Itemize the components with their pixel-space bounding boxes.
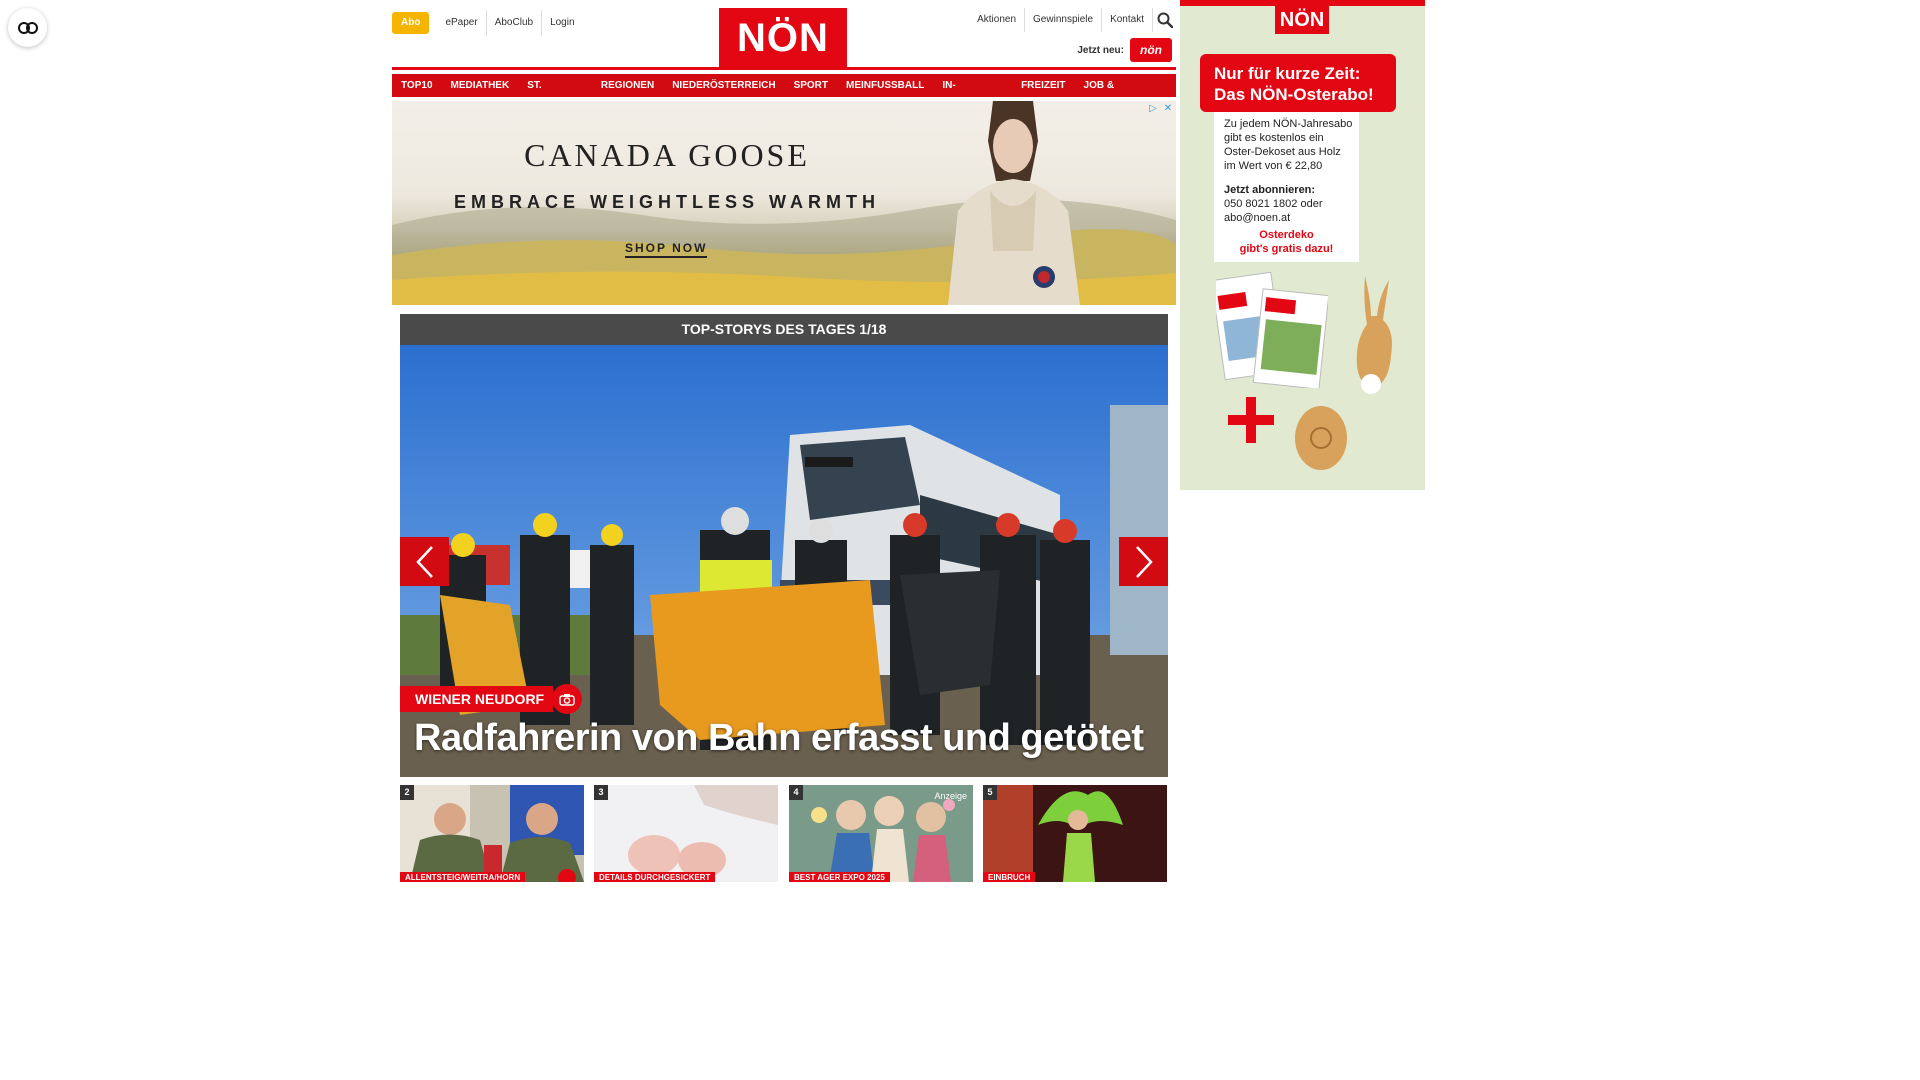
side-ad-promo-line1: Osterdeko [1259,229,1314,241]
side-ad-cta-label: Jetzt abonnieren: [1224,184,1316,196]
story-thumb-5[interactable]: 5 EINBRUCH [983,785,1167,882]
nav-item-sport[interactable]: SPORT [784,74,838,97]
side-ad-email[interactable]: abo@noen.at [1224,211,1354,225]
sponsored-label: Anzeige [934,791,967,801]
egg-decoration-image [1295,406,1347,470]
gallery-button[interactable] [552,684,582,714]
ad-choices-icon[interactable]: ▷ [1147,102,1159,114]
side-ad-promo: Osterdeko gibt's gratis dazu! [1214,228,1359,256]
nav-item-mediathek[interactable]: MEDIATHEK [441,74,519,97]
side-ad-headline-line2: Das NÖN-Osterabo! [1214,85,1374,104]
hero-location-tag[interactable]: WIENER NEUDORF [400,686,554,712]
epaper-link[interactable]: ePaper [437,10,485,36]
site-header: Abo ePaper AboClub Login NÖN Aktionen Ge… [392,0,1176,70]
search-button[interactable] [1152,8,1176,32]
aktionen-link[interactable]: Aktionen [969,8,1024,32]
kontakt-link[interactable]: Kontakt [1101,8,1152,32]
thumb-tag: ALLENTSTEIG/WEITRA/HORN [400,872,526,882]
side-ad-logo: NÖN [1275,6,1329,34]
thumb-image-soldiers [400,785,584,882]
nav-item-in-ausland[interactable]: IN-AUSLAND [933,74,1013,114]
top-stories-heading: TOP-STORYS DES TAGES 1/18 [400,314,1168,345]
side-ad-card: Zu jedem NÖN-Jahresabo gibt es kostenlos… [1214,112,1359,262]
ad-tagline: EMBRACE WEIGHTLESS WARMTH [454,192,880,212]
thumb-number: 2 [400,785,414,800]
hero-story[interactable]: WIENER NEUDORF Radfahrerin von Bahn erfa… [400,345,1168,777]
thumb-image-baby-feet [594,785,778,882]
new-product-logo[interactable]: nön [1130,38,1172,62]
page: Abo ePaper AboClub Login NÖN Aktionen Ge… [0,0,1568,882]
chevron-left-icon [415,545,433,578]
logo-text: NÖN [737,16,829,60]
nav-item-meinfussball[interactable]: MEINFUSSBALL [837,74,934,97]
chevron-right-icon [1135,545,1153,578]
ad-banner[interactable]: CANADA GOOSE EMBRACE WEIGHTLESS WARMTH S… [392,101,1176,305]
reader-mode-button[interactable] [8,8,47,47]
story-thumbnails: 2 ALLENTSTEIG/WEITRA/HORN 3 DETAILS DURC… [400,785,1168,882]
camera-icon [558,869,576,882]
story-thumb-2[interactable]: 2 ALLENTSTEIG/WEITRA/HORN [400,785,584,882]
thumb-number: 3 [594,785,608,800]
aboclub-link[interactable]: AboClub [485,10,541,36]
prev-slide-button[interactable] [400,537,449,586]
thumb-number: 4 [789,785,803,800]
side-ad-text: Zu jedem NÖN-Jahresabo gibt es kostenlos… [1224,117,1354,225]
side-ad-phone: 050 8021 1802 oder [1224,198,1323,210]
nav-item-top10[interactable]: TOP10 [392,74,442,97]
top-links: Abo ePaper AboClub Login [392,10,583,36]
jetzt-neu: Jetzt neu: nön [1077,38,1172,62]
nav-item-job-karriere[interactable]: JOB & KARRIERE [1074,74,1176,114]
ad-choices[interactable]: ▷ ✕ [1147,102,1174,114]
reader-mode-icon [17,21,38,34]
search-icon [1157,12,1173,28]
story-thumb-4[interactable]: 4 Anzeige BEST AGER EXPO 2025 [789,785,973,882]
close-icon[interactable]: ✕ [1162,102,1174,114]
hero-headline[interactable]: Radfahrerin von Bahn erfasst und getötet [414,717,1144,760]
thumb-tag: DETAILS DURCHGESICKERT [594,872,716,882]
header-divider [392,67,1176,70]
thumb-tag: EINBRUCH [983,872,1036,882]
ad-brand: CANADA GOOSE [524,137,810,173]
magazine-image [1216,271,1328,388]
side-ad-headline: Nur für kurze Zeit: Das NÖN-Osterabo! [1200,54,1396,112]
side-ad-promo-line2: gibt's gratis dazu! [1239,243,1334,255]
thumb-image-performer [983,785,1167,882]
thumb-tag: BEST AGER EXPO 2025 [789,872,890,882]
nav-item-freizeit[interactable]: FREIZEIT [1012,74,1075,97]
site-logo[interactable]: NÖN [719,8,847,69]
gewinnspiele-link[interactable]: Gewinnspiele [1024,8,1101,32]
next-slide-button[interactable] [1119,537,1168,586]
side-ad-body: Zu jedem NÖN-Jahresabo gibt es kostenlos… [1224,118,1353,172]
nav-item-st-poelten[interactable]: ST. PÖLTEN [518,74,592,114]
camera-icon [559,693,575,706]
nav-item-niederoesterreich[interactable]: NIEDERÖSTERREICH [663,74,785,97]
ad-model-image [948,101,1080,305]
main-nav: TOP10 MEDIATHEK ST. PÖLTEN REGIONEN NIED… [392,74,1176,114]
nav-item-regionen[interactable]: REGIONEN [591,74,664,97]
jetzt-neu-label: Jetzt neu: [1077,44,1124,56]
hero-image [400,345,1168,777]
right-links: Aktionen Gewinnspiele Kontakt [969,8,1176,32]
plus-icon [1228,397,1274,443]
side-ad-headline-line1: Nur für kurze Zeit: [1214,64,1361,83]
login-link[interactable]: Login [541,10,582,36]
side-ad[interactable]: NÖN Nur für kurze Zeit: Das NÖN-Osterabo… [1180,0,1425,490]
bunny-decoration-image [1356,276,1392,394]
abo-button[interactable]: Abo [392,12,430,34]
ad-cta-button[interactable]: SHOP NOW [625,241,708,258]
story-thumb-3[interactable]: 3 DETAILS DURCHGESICKERT [594,785,778,882]
thumb-number: 5 [983,785,997,800]
